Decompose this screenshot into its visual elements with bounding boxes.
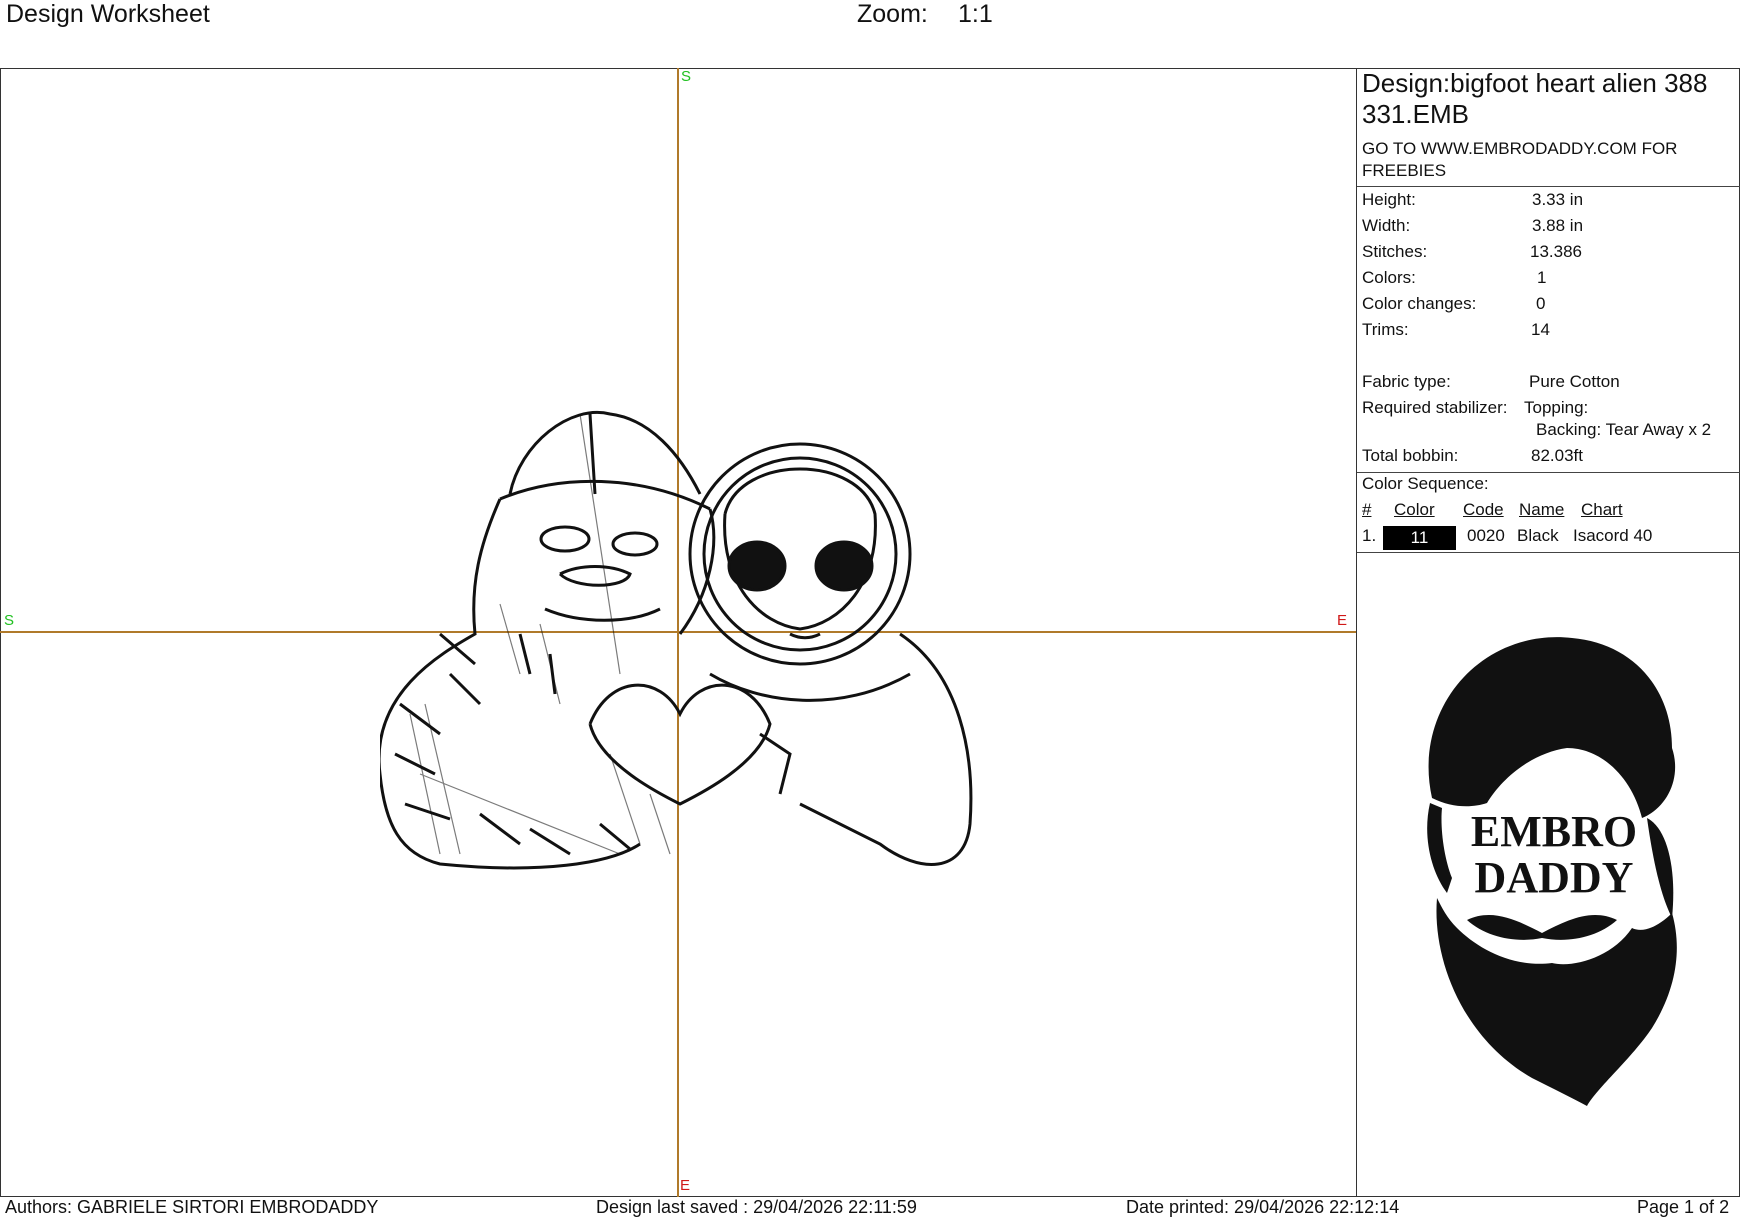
start-marker-top: S [681,68,692,85]
stitches-label: Stitches: [1362,242,1428,261]
design-name: Design:bigfoot heart alien 388 331.EMB [1362,68,1708,129]
divider [1357,552,1740,553]
trims-label: Trims: [1362,320,1409,339]
trims-value: 14 [1531,320,1550,339]
height-value: 3.33 in [1532,190,1584,209]
stitches-value: 13.386 [1530,242,1582,261]
seq-header-code: Code [1463,500,1504,519]
footer-authors: Authors: GABRIELE SIRTORI EMBRODADDY [5,1197,379,1217]
width-label: Width: [1362,216,1411,235]
zoom-value[interactable]: 1:1 [958,0,993,29]
height-label: Height: [1362,190,1416,209]
seq-header-name: Name [1519,500,1565,519]
fabric-value: Pure Cotton [1529,372,1620,391]
seq-row-num: 1. [1362,526,1377,545]
design-info-panel: Design:bigfoot heart alien 388 331.EMB G… [1357,68,1740,1197]
footer-page: Page 1 of 2 [1637,1197,1730,1217]
colors-label: Colors: [1362,268,1416,287]
seq-header-chart: Chart [1581,500,1623,519]
design-canvas[interactable]: S S E E [0,68,1357,1197]
seq-row-code: 0020 [1467,526,1505,545]
alien-helmet-icon [688,442,912,666]
divider [1357,186,1740,187]
width-value: 3.88 in [1532,216,1584,235]
start-marker-left: S [4,612,15,629]
fabric-label: Fabric type: [1362,372,1451,391]
seq-header-color: Color [1394,500,1435,519]
logo-line1: EMBRO [1471,807,1637,856]
end-marker-right: E [1337,612,1348,629]
color-swatch[interactable]: 11 [1383,526,1456,550]
bearded-man-logo-icon: EMBRO DADDY [1427,637,1677,1106]
bobbin-value: 82.03ft [1531,446,1583,465]
backing-value: Backing: Tear Away x 2 [1536,420,1712,439]
footer-printed: Date printed: 29/04/2026 22:12:14 [1126,1197,1400,1217]
promo-text: GO TO WWW.EMBRODADDY.COM FOR FREEBIES [1362,139,1678,180]
footer-saved: Design last saved : 29/04/2026 22:11:59 [596,1197,917,1217]
topping-value: Topping: [1524,398,1589,417]
stabilizer-label: Required stabilizer: [1362,398,1508,417]
bobbin-label: Total bobbin: [1362,446,1459,465]
end-marker-bottom: E [680,1177,691,1194]
zoom-label: Zoom: [857,0,928,28]
divider [1357,472,1740,473]
heart-hands-icon [588,683,772,806]
embroidery-design-preview[interactable] [380,374,980,954]
seq-row-chart: Isacord 40 [1573,526,1653,545]
color-sequence-title: Color Sequence: [1362,474,1489,493]
color-changes-value: 0 [1536,294,1546,313]
colors-value: 1 [1537,268,1547,287]
seq-header-num: # [1362,500,1372,519]
worksheet-title: Design Worksheet [6,0,210,28]
logo-line2: DADDY [1475,853,1634,902]
seq-row-name: Black [1517,526,1559,545]
color-changes-label: Color changes: [1362,294,1477,313]
